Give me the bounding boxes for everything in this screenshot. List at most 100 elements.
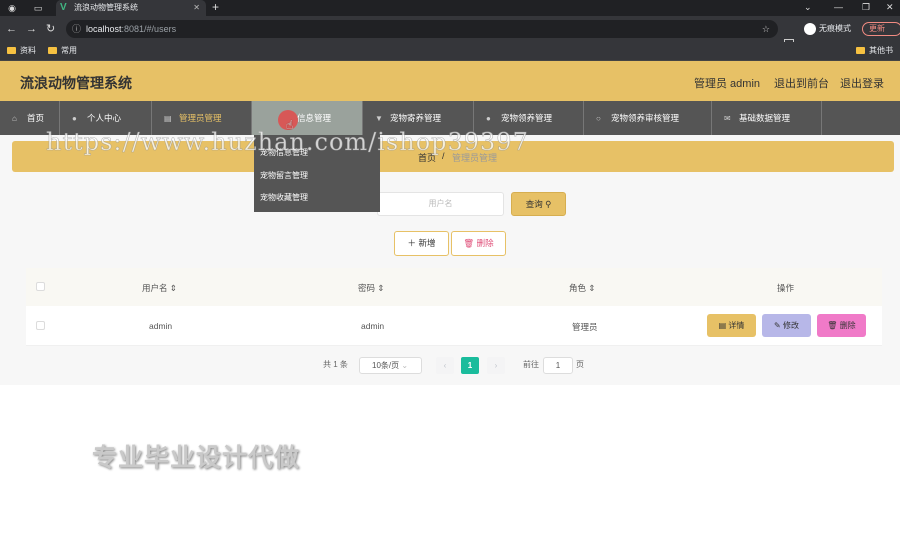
cell-username: admin [149,321,173,331]
circle-icon: ○ [596,114,601,123]
pagination-total: 共 1 条 [323,360,348,369]
restore-icon[interactable]: ❐ [862,0,870,14]
search-button[interactable]: 查询 ⚲ [511,192,566,216]
current-user-label: 管理员 admin [694,78,761,90]
column-label: 密码 [358,283,376,293]
bookmark-folder-changyong[interactable]: 常用 [48,42,77,60]
tab-close-icon[interactable]: ✕ [193,0,200,16]
address-bar-row: ← → ↻ ⓘ localhost:8081/#/users ☆ [0,16,900,49]
edit-label: 修改 [782,321,799,330]
tab-search-icon[interactable]: ⌄ [804,0,812,14]
column-password[interactable]: 密码 ⇕ [358,282,385,294]
close-window-icon[interactable]: ✕ [886,0,894,14]
reload-icon[interactable]: ↻ [46,22,55,36]
url-host: localhost [86,24,122,34]
column-actions: 操作 [777,283,795,293]
bookmark-label: 常用 [61,46,77,55]
home-icon: ⌂ [12,114,17,123]
row-delete-button[interactable]: 🗑 删除 [817,314,866,337]
menu-label: 信息管理 [297,113,332,123]
app-title: 流浪动物管理系统 [20,75,132,91]
logout-link[interactable]: 退出登录 [840,75,884,91]
mail-icon: ✉ [724,114,731,123]
incognito-label: 无痕模式 [819,24,851,33]
detail-label: 详情 [728,321,745,330]
goto-label: 前往 [523,360,539,369]
menu-label: 宠物领养审核管理 [611,113,680,123]
bookmark-star-icon[interactable]: ☆ [762,20,770,38]
site-info-icon[interactable]: ⓘ [72,20,81,38]
menu-label: 管理员管理 [179,113,222,123]
trash-icon: 🗑 [827,321,838,330]
column-role[interactable]: 角色 ⇕ [569,282,596,294]
plus-icon: ＋ [407,238,417,248]
search-icon: ⚲ [545,199,552,209]
select-all-checkbox[interactable] [36,282,45,291]
delete-label: 删除 [839,321,856,330]
page-size-value: 10条/页 [372,361,400,370]
folder-icon [7,47,16,55]
add-button[interactable]: ＋ 新增 [394,231,449,256]
bookmark-label: 资料 [20,46,36,55]
detail-button[interactable]: ▤ 详情 [707,314,756,337]
table-row: admin admin 管理员 ▤ 详情 ✎ 修改 🗑 删除 [26,306,882,346]
goto-page-input[interactable]: 1 [543,357,573,374]
column-label: 用户名 [142,283,168,293]
page-content [0,135,900,385]
submenu-pet-favorite[interactable]: 宠物收藏管理 [260,192,308,203]
users-table: 用户名 ⇕ 密码 ⇕ 角色 ⇕ 操作 admin admin 管理员 ▤ 详情 … [26,268,882,346]
browser-tab-bar: ◉ ▭ V 流浪动物管理系统 ✕ + ⌄ — ❐ ✕ [0,0,900,16]
url-path: :8081/#/users [121,24,177,34]
detail-icon: ▤ [718,321,727,330]
next-page-button[interactable]: › [487,357,505,374]
watermark-url: https://www.huzhan.com/ishop39397 [46,128,529,157]
bookmark-folder-ziliao[interactable]: 资料 [7,42,36,60]
username-search-input[interactable]: 用户名 [377,192,504,216]
batch-delete-button[interactable]: 🗑 删除 [451,231,506,256]
column-label: 角色 [569,283,587,293]
url-field[interactable]: ⓘ localhost:8081/#/users ☆ [66,20,778,38]
column-username[interactable]: 用户名 ⇕ [142,282,177,294]
menu-label: 首页 [27,113,45,123]
sort-icon: ⇕ [588,283,596,293]
minimize-icon[interactable]: — [834,0,843,14]
cell-role: 管理员 [572,322,598,332]
back-icon[interactable]: ← [6,22,17,36]
delete-label: 删除 [476,238,494,248]
trash-icon: 🗑 [463,238,475,248]
prev-page-button[interactable]: ‹ [436,357,454,374]
chevron-down-icon: ⌄ [401,361,409,370]
table-header: 用户名 ⇕ 密码 ⇕ 角色 ⇕ 操作 [26,268,882,306]
new-tab-icon[interactable]: + [212,0,219,15]
menu-label: 宠物领养管理 [501,113,553,123]
search-label: 查询 [525,199,543,209]
edit-icon: ✎ [774,321,781,330]
menu-item-base-data[interactable]: ✉ 基础数据管理 [712,101,822,135]
submenu-pet-message[interactable]: 宠物留言管理 [260,170,308,181]
sort-icon: ⇕ [377,283,385,293]
folder-icon [48,47,57,55]
incognito-indicator[interactable]: 无痕模式 [804,21,851,37]
row-checkbox[interactable] [36,321,45,330]
promo-text: 专业毕业设计代做 [92,444,301,472]
tab-title: 流浪动物管理系统 [74,3,138,12]
tab-overview-icon[interactable]: ▭ [32,2,44,14]
forward-icon[interactable]: → [26,22,37,36]
bookmarks-bar: 资料 常用 其他书签 [0,42,900,73]
browser-menu-icon[interactable]: ◉ [6,2,18,14]
page-unit-label: 页 [576,360,584,369]
browser-tab[interactable]: V 流浪动物管理系统 ✕ [56,0,206,16]
menu-label: 宠物寄养管理 [390,113,442,123]
add-label: 新增 [418,238,436,248]
menu-item-adopt-review[interactable]: ○ 宠物领养审核管理 [584,101,712,135]
vue-logo-icon: V [60,2,67,13]
frontend-link[interactable]: 退出到前台 [774,75,829,91]
cell-password: admin [361,321,385,331]
page-number-button[interactable]: 1 [461,357,479,374]
menu-label: 基础数据管理 [739,113,791,123]
page-size-select[interactable]: 10条/页 ⌄ [359,357,422,374]
edit-button[interactable]: ✎ 修改 [762,314,811,337]
incognito-icon [804,22,816,35]
update-button[interactable]: 更新 [862,22,900,36]
sort-icon: ⇕ [169,283,178,293]
